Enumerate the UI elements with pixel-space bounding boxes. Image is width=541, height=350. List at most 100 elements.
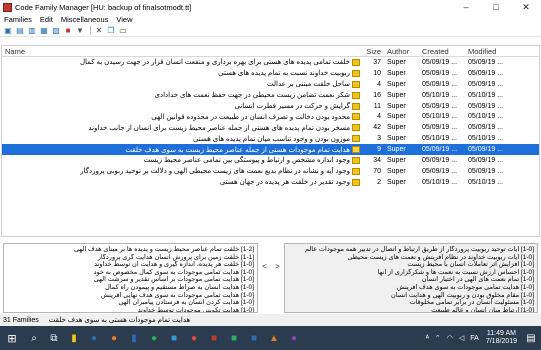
left-panel-lines: [1-2] خلقت تمام عناصر محیط زیست و پدیده … bbox=[7, 246, 254, 313]
family-icon bbox=[352, 135, 360, 143]
table-row[interactable]: هدایت تمام موجودات هستی از جمله عناصر مح… bbox=[2, 144, 539, 156]
table-row[interactable]: خلقت تمامی پدیده های هستی برای بهره بردا… bbox=[2, 57, 539, 68]
windows-start-icon[interactable]: ⊞ bbox=[0, 326, 24, 350]
arrow-right-icon[interactable]: > bbox=[275, 262, 280, 271]
cell-name: خلقت تمامی پدیده های هستی برای بهره بردا… bbox=[2, 58, 362, 66]
table-row[interactable]: مسخر بودن تمام پدیده های هستی از جمله عن… bbox=[2, 122, 539, 133]
cell-modified: 05/09/19 ... bbox=[468, 80, 504, 88]
arrow-left-icon[interactable]: < bbox=[262, 262, 267, 271]
panel-line: [1-2] خلقت تمام عناصر محیط زیست و پدیده … bbox=[73, 246, 254, 253]
column-header-author[interactable]: Author bbox=[384, 47, 419, 56]
taskbar: ⊞ ⌕ ⧉ ▮ ● ● ▮ ● ■ ● ■ ■ ■ ▲ ● ᴬ ⌃ ◠ ◁ FA… bbox=[0, 326, 541, 350]
table-row[interactable]: شکر نعمت تضامن زیست محیطی در جهت حفظ نعم… bbox=[2, 90, 539, 101]
cell-name: وجود آیه و نشانه در نظام بدیع نعمت های ز… bbox=[2, 167, 362, 175]
cell-author: Super bbox=[387, 58, 406, 66]
cell-author: Super bbox=[387, 113, 406, 121]
search-icon[interactable]: ⌕ bbox=[24, 326, 44, 350]
app-icon-8[interactable]: ■ bbox=[204, 326, 224, 350]
app-icon-9[interactable]: ■ bbox=[224, 326, 244, 350]
volume-icon[interactable]: ◁ bbox=[459, 334, 464, 342]
panel-line: [1-0] آیات ربوبیت خداوند در نظام آفرینش … bbox=[347, 253, 534, 261]
family-name: ساحل خلقت مبتنی بر عدالت bbox=[267, 81, 350, 89]
cell-created: 05/09/19 ... bbox=[422, 69, 458, 77]
export-icon[interactable]: ▧ bbox=[51, 26, 61, 35]
menu-families[interactable]: Families bbox=[4, 15, 32, 24]
app-icon-7[interactable]: ● bbox=[184, 326, 204, 350]
copy-icon[interactable]: ❐ bbox=[106, 26, 116, 35]
family-name: خلقت تمامی پدیده های هستی برای بهره بردا… bbox=[79, 59, 350, 67]
cell-size: 2 bbox=[377, 178, 381, 186]
app-icon-1[interactable]: ▮ bbox=[64, 326, 84, 350]
close-button[interactable]: ✕ bbox=[511, 0, 541, 14]
cell-size: 70 bbox=[373, 167, 381, 175]
table-row[interactable]: ربوبیت خداوند نسبت به تمام پدیده های هست… bbox=[2, 68, 539, 79]
family-icon bbox=[352, 156, 360, 164]
panel-line: [1-0] هدایت کردن انسان به فرستادن پیامبر… bbox=[118, 299, 254, 307]
column-header-modified[interactable]: Modified bbox=[465, 47, 525, 56]
cell-created: 05/09/19 ... bbox=[422, 156, 458, 164]
app-icon-11[interactable]: ▲ bbox=[264, 326, 284, 350]
table-row[interactable]: ساحل خلقت مبتنی بر عدالت 4 Super 05/09/19 .… bbox=[2, 79, 539, 90]
cell-modified: 05/10/19 ... bbox=[468, 178, 504, 186]
families-count: 31 Families bbox=[3, 316, 39, 324]
menu-miscellaneous[interactable]: Miscellaneous bbox=[61, 15, 109, 24]
cell-modified: 05/09/19 ... bbox=[468, 58, 504, 66]
notifications-icon[interactable]: ▤ bbox=[521, 326, 541, 350]
new-icon[interactable]: ▣ bbox=[3, 26, 13, 35]
cell-name: وجود تقدیر در خلقت هر پدیده در جهان هستی bbox=[2, 178, 362, 186]
families-table[interactable]: Name Size Author Created Modified خلقت ت… bbox=[1, 45, 540, 237]
cell-name: وجود اندازه مشخص و ارتباط و پیوستگی بین … bbox=[2, 156, 362, 164]
panel-arrows: < > bbox=[258, 262, 284, 271]
clock[interactable]: 11:49 AM 7/18/2019 bbox=[486, 330, 517, 346]
left-details-panel[interactable]: [1-2] خلقت تمام عناصر محیط زیست و پدیده … bbox=[3, 243, 258, 313]
cell-modified: 05/10/19 ... bbox=[468, 91, 504, 99]
app-icon-3[interactable]: ● bbox=[104, 326, 124, 350]
panel-line: [1-0] هدایت تکوینی موجودات توسط خداوند bbox=[137, 306, 254, 313]
table-row[interactable]: محدود بودن دخالت و تصرف انسان در طبیعت د… bbox=[2, 111, 539, 122]
cell-size: 9 bbox=[377, 146, 381, 154]
network-icon[interactable]: ◠ bbox=[447, 334, 453, 342]
menu-view[interactable]: View bbox=[116, 15, 132, 24]
column-header-size[interactable]: Size bbox=[362, 47, 384, 56]
app-icon-10[interactable]: ■ bbox=[244, 326, 264, 350]
cell-name: موزون بودن و وجود تناسب میان تمام پدیده … bbox=[2, 135, 362, 143]
task-view-icon[interactable]: ⧉ bbox=[44, 326, 64, 350]
import-icon[interactable]: ▦ bbox=[39, 26, 49, 35]
people-icon[interactable]: ᴬ bbox=[426, 335, 429, 342]
delete-icon[interactable]: ■ bbox=[63, 26, 73, 35]
family-icon bbox=[352, 113, 360, 121]
app-icon-6[interactable]: ■ bbox=[164, 326, 184, 350]
cell-author: Super bbox=[387, 80, 406, 88]
cell-size: 10 bbox=[373, 69, 381, 77]
clock-date: 7/18/2019 bbox=[485, 338, 517, 345]
cell-created: 05/09/19 ... bbox=[422, 80, 458, 88]
table-row[interactable]: وجود آیه و نشانه در نظام بدیع نعمت های ز… bbox=[2, 166, 539, 177]
cell-size: 16 bbox=[373, 91, 381, 99]
table-row[interactable]: وجود اندازه مشخص و ارتباط و پیوستگی بین … bbox=[2, 155, 539, 166]
table-row[interactable]: گرایش و حرکت در مسیر فطرت انسانی 11 Super 0… bbox=[2, 101, 539, 112]
app-icon-12[interactable]: ● bbox=[284, 326, 304, 350]
table-row[interactable]: وجود تقدیر در خلقت هر پدیده در جهان هستی… bbox=[2, 177, 539, 188]
minimize-button[interactable]: – bbox=[451, 0, 481, 14]
maximize-button[interactable]: □ bbox=[481, 0, 511, 14]
column-header-created[interactable]: Created bbox=[419, 47, 465, 56]
app-icon-4[interactable]: ▮ bbox=[124, 326, 144, 350]
app-icon-2[interactable]: ● bbox=[84, 326, 104, 350]
cell-size: 4 bbox=[377, 113, 381, 121]
table-header: Name Size Author Created Modified bbox=[2, 46, 539, 57]
cell-modified: 05/10/19 ... bbox=[468, 135, 504, 143]
save-icon[interactable]: ▥ bbox=[27, 26, 37, 35]
right-details-panel[interactable]: [1-0] آیات توحید ربوبیت پروردگار از طریق… bbox=[284, 243, 538, 313]
cell-created: 05/10/19 ... bbox=[422, 113, 458, 121]
paste-icon[interactable]: ▭ bbox=[118, 26, 128, 35]
cell-name: مسخر بودن تمام پدیده های هستی از جمله عن… bbox=[2, 124, 362, 132]
table-row[interactable]: موزون بودن و وجود تناسب میان تمام پدیده … bbox=[2, 133, 539, 144]
filter-icon[interactable]: ▼ bbox=[75, 26, 85, 35]
chevron-up-icon[interactable]: ⌃ bbox=[435, 334, 441, 342]
menu-edit[interactable]: Edit bbox=[40, 15, 53, 24]
open-icon[interactable]: ▤ bbox=[15, 26, 25, 35]
language-indicator[interactable]: FA bbox=[470, 335, 479, 342]
column-header-name[interactable]: Name bbox=[2, 47, 362, 56]
cut-icon[interactable]: ✕ bbox=[94, 26, 104, 35]
app-icon-5[interactable]: ● bbox=[144, 326, 164, 350]
